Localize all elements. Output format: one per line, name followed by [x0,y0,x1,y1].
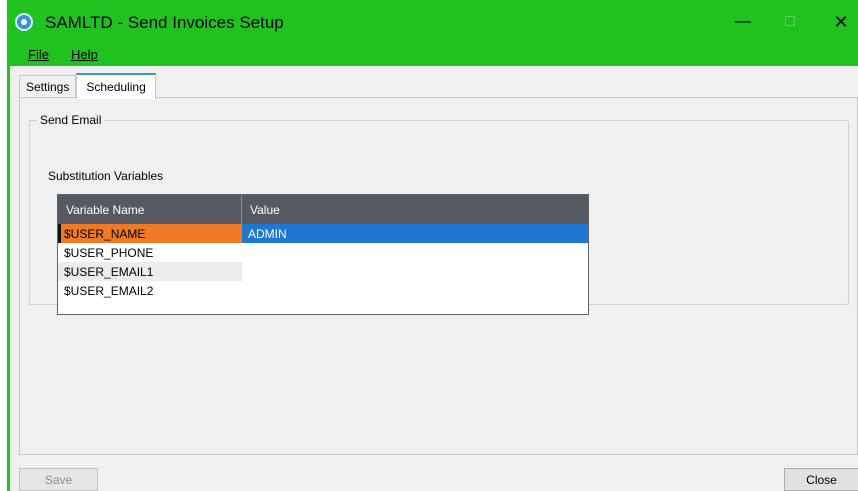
table-row[interactable]: $USER_EMAIL2 [58,281,588,300]
variable-value-cell[interactable]: ADMIN [242,224,588,243]
variable-value-cell[interactable] [242,281,588,300]
column-header-value[interactable]: Value [242,195,588,224]
save-button-label: Save [44,472,73,487]
variable-name-cell[interactable]: $USER_NAME [58,224,242,243]
close-button[interactable]: Close [784,468,858,491]
send-email-group: Send Email Substitution Variables Variab… [29,113,849,315]
scheduling-panel: Send Email Substitution Variables Variab… [19,97,858,455]
variable-value-cell[interactable] [242,243,588,262]
substitution-variables-grid: Variable Name Value $USER_NAME ADMIN $US… [57,194,589,315]
tab-settings[interactable]: Settings [19,75,77,98]
grid-body: $USER_NAME ADMIN $USER_PHONE $USER_EMAIL… [58,224,588,300]
save-button[interactable]: Save [19,468,98,491]
window-title: SAMLTD - Send Invoices Setup [45,13,284,32]
table-row[interactable]: $USER_NAME ADMIN [58,224,588,243]
app-icon [15,13,33,31]
minimize-icon[interactable]: — [723,8,763,36]
tab-strip: Settings Scheduling [19,73,156,99]
title-bar[interactable]: SAMLTD - Send Invoices Setup — □ ✕ [10,0,858,46]
variable-name-cell[interactable]: $USER_EMAIL2 [58,281,242,300]
app-window: SAMLTD - Send Invoices Setup — □ ✕ File … [7,0,858,491]
table-row[interactable]: $USER_EMAIL1 [58,262,588,281]
menu-help[interactable]: Help [71,47,98,62]
close-icon[interactable]: ✕ [821,8,858,36]
tab-scheduling[interactable]: Scheduling [76,73,156,99]
menu-file[interactable]: File [28,47,49,62]
substitution-variables-label: Substitution Variables [48,169,164,183]
variable-name-cell[interactable]: $USER_PHONE [58,243,242,262]
variable-value-cell[interactable] [242,262,588,281]
grid-header: Variable Name Value [58,195,588,224]
menu-bar: File Help [10,42,858,66]
send-email-group-title: Send Email [37,113,105,127]
maximize-icon[interactable]: □ [770,8,810,36]
variable-name-cell[interactable]: $USER_EMAIL1 [58,262,242,281]
table-row[interactable]: $USER_PHONE [58,243,588,262]
close-button-label: Close [806,472,837,487]
column-header-variable-name[interactable]: Variable Name [58,195,242,224]
